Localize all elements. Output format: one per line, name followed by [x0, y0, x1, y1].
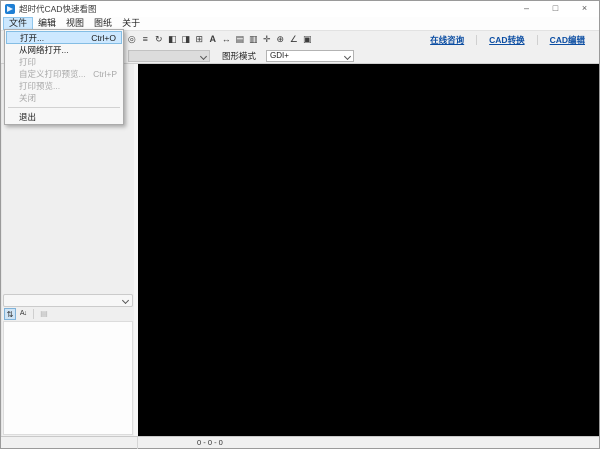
- invert-colors-icon[interactable]: ◧: [166, 33, 180, 46]
- layers-icon[interactable]: ≡: [139, 33, 153, 46]
- link-divider: [536, 35, 538, 45]
- chevron-down-icon: [121, 296, 130, 305]
- property-pages-button: ▤: [40, 309, 48, 318]
- zoom-in-icon[interactable]: ⊕: [274, 33, 288, 46]
- menu-item-print: 打印: [6, 56, 122, 68]
- close-button[interactable]: ×: [570, 1, 599, 17]
- eye-icon[interactable]: ◎: [125, 33, 139, 46]
- app-icon: [5, 4, 15, 14]
- menu-item-shortcut: Ctrl+P: [93, 69, 117, 79]
- pan-icon[interactable]: ✛: [260, 33, 274, 46]
- menu-item-label: 从网络打开...: [19, 45, 69, 55]
- property-combobox[interactable]: [3, 294, 133, 307]
- menu-item-shortcut: Ctrl+O: [91, 32, 116, 43]
- app-window: 超时代CAD快速看图 – □ × 文件 编辑 视图 图纸 关于 ◎ ≡ ↻ ◧ …: [0, 0, 600, 449]
- copy-icon[interactable]: ▣: [301, 33, 315, 46]
- menu-item-custom-print-preview: 自定义打印预览... Ctrl+P: [6, 68, 122, 80]
- categorized-sort-button[interactable]: ⇅: [4, 308, 16, 320]
- measure-length-icon[interactable]: ↔: [220, 33, 234, 46]
- window-title: 超时代CAD快速看图: [19, 4, 97, 14]
- menu-item-open-from-network[interactable]: 从网络打开...: [6, 44, 122, 56]
- menu-item-close: 关闭: [6, 92, 122, 104]
- alphabetical-sort-button[interactable]: A↓: [17, 308, 29, 320]
- status-bar: 0 - 0 - 0: [1, 436, 599, 449]
- toolbar-divider: [33, 309, 34, 319]
- measure-angle-icon[interactable]: ∠: [287, 33, 301, 46]
- menu-item-print-preview: 打印预览...: [6, 80, 122, 92]
- menu-separator: [8, 107, 120, 108]
- rotate-icon[interactable]: ↻: [152, 33, 166, 46]
- window-controls: – □ ×: [512, 1, 599, 17]
- link-online-support[interactable]: 在线咨询: [430, 34, 464, 46]
- link-cad-convert[interactable]: CAD转换: [489, 34, 524, 46]
- fit-view-icon[interactable]: ⊞: [193, 33, 207, 46]
- menu-item-label: 打印: [19, 57, 37, 67]
- menu-item-label: 打开...: [20, 32, 45, 43]
- background-toggle-icon[interactable]: ◨: [179, 33, 193, 46]
- menu-item-open[interactable]: 打开... Ctrl+O: [6, 31, 122, 44]
- text-annotation-icon[interactable]: A: [206, 33, 220, 46]
- drawing-canvas[interactable]: [138, 64, 599, 436]
- title-bar: 超时代CAD快速看图 – □ ×: [1, 1, 599, 17]
- menu-item-label: 自定义打印预览...: [19, 69, 86, 79]
- property-list-area[interactable]: [3, 321, 133, 435]
- menu-item-label: 关闭: [19, 93, 37, 103]
- file-dropdown-menu: 打开... Ctrl+O 从网络打开... 打印 自定义打印预览... Ctrl…: [4, 29, 124, 125]
- render-mode-label: 图形模式: [222, 50, 257, 61]
- render-mode-value: GDI+: [270, 51, 289, 60]
- chevron-down-icon: [343, 52, 352, 60]
- sheet-layout-icon[interactable]: ▤: [233, 33, 247, 46]
- chevron-down-icon: [199, 52, 208, 60]
- property-sort-toolbar: ⇅ A↓ ▤: [2, 307, 134, 321]
- link-cad-edit[interactable]: CAD编辑: [550, 34, 585, 46]
- status-divider: [137, 437, 138, 449]
- menu-item-label: 打印预览...: [19, 81, 61, 91]
- minimize-button[interactable]: –: [512, 1, 541, 17]
- coordinates-readout: 0 - 0 - 0: [197, 438, 223, 447]
- print-icon[interactable]: ▥: [247, 33, 261, 46]
- render-mode-combobox[interactable]: GDI+: [266, 49, 355, 62]
- menu-item-label: 退出: [19, 112, 37, 122]
- top-links: 在线咨询 CAD转换 CAD编辑: [430, 31, 585, 49]
- menu-item-exit[interactable]: 退出: [6, 111, 122, 123]
- layer-combobox[interactable]: [128, 49, 210, 62]
- link-divider: [476, 35, 478, 45]
- maximize-button[interactable]: □: [541, 1, 570, 17]
